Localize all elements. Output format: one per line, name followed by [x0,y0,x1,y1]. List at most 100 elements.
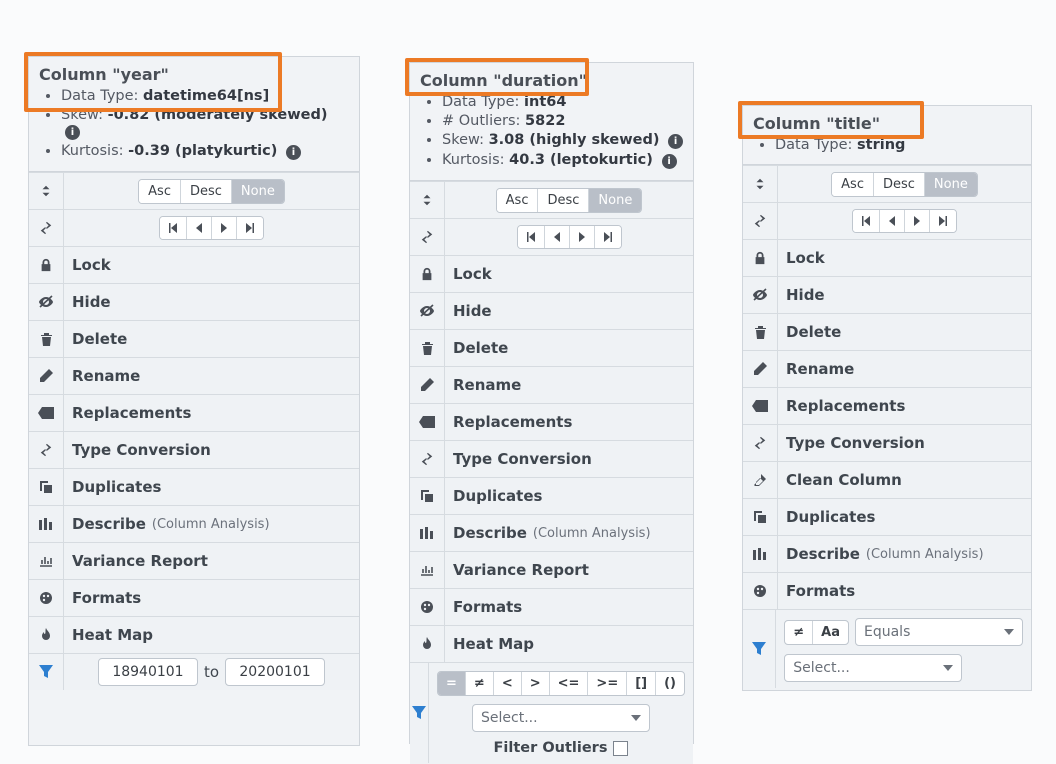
op-ge[interactable]: >= [587,672,626,695]
replacements-menuitem[interactable]: Replacements [410,403,693,440]
info-icon[interactable]: i [662,154,677,169]
sort-row: Asc Desc None [743,165,1031,202]
filter-value-select[interactable]: Select... [784,654,962,682]
lock-menuitem[interactable]: Lock [29,246,359,283]
comparator-select[interactable]: Equals [855,618,1023,646]
rename-menuitem[interactable]: Rename [410,366,693,403]
delete-menuitem[interactable]: Delete [410,329,693,366]
sort-desc-button[interactable]: Desc [180,180,231,203]
chart-icon [410,552,445,588]
last-button[interactable] [236,217,263,239]
info-icon[interactable]: i [286,145,301,160]
clean-column-menuitem[interactable]: Clean Column [743,461,1031,498]
prev-button[interactable] [544,226,569,248]
sort-asc-button[interactable]: Asc [497,189,538,212]
swap-icon [410,441,445,477]
last-button[interactable] [594,226,621,248]
lock-menuitem[interactable]: Lock [410,255,693,292]
describe-menuitem[interactable]: Describe (Column Analysis) [410,514,693,551]
prev-button[interactable] [186,217,211,239]
swap-icon [29,210,64,246]
type-conversion-menuitem[interactable]: Type Conversion [29,431,359,468]
swap-icon [743,425,778,461]
hide-menuitem[interactable]: Hide [29,283,359,320]
formats-menuitem[interactable]: Formats [743,572,1031,609]
sort-desc-button[interactable]: Desc [873,173,924,196]
panel-title: Column "title" [753,114,1023,133]
op-le[interactable]: <= [549,672,588,695]
filter-value-select[interactable]: Select... [472,704,650,732]
variance-menuitem[interactable]: Variance Report [410,551,693,588]
flame-icon [410,626,445,662]
duplicates-menuitem[interactable]: Duplicates [410,477,693,514]
rename-menuitem[interactable]: Rename [29,357,359,394]
sort-none-button[interactable]: None [231,180,284,203]
formats-menuitem[interactable]: Formats [410,588,693,625]
next-button[interactable] [569,226,594,248]
panel-header: Column "year" Data Type: datetime64[ns] … [29,57,359,172]
next-button[interactable] [904,210,929,232]
heatmap-menuitem[interactable]: Heat Map [29,616,359,653]
type-conversion-menuitem[interactable]: Type Conversion [410,440,693,477]
op-ne[interactable]: ≠ [465,672,493,695]
describe-menuitem[interactable]: Describe (Column Analysis) [743,535,1031,572]
sort-asc-button[interactable]: Asc [832,173,873,196]
swap-icon [743,203,778,239]
duplicates-menuitem[interactable]: Duplicates [29,468,359,505]
op-gt[interactable]: > [521,672,549,695]
replacements-menuitem[interactable]: Replacements [743,387,1031,424]
hide-menuitem[interactable]: Hide [410,292,693,329]
op-eq[interactable]: = [438,672,465,695]
hide-menuitem[interactable]: Hide [743,276,1031,313]
last-button[interactable] [929,210,956,232]
first-button[interactable] [160,217,186,239]
info-icon[interactable]: i [668,134,683,149]
rename-menuitem[interactable]: Rename [743,350,1031,387]
op-paren[interactable]: () [655,672,684,695]
panel-title: Column "duration" [420,71,685,90]
panel-title: Column "year" [39,65,351,84]
formats-menuitem[interactable]: Formats [29,579,359,616]
first-button[interactable] [518,226,544,248]
info-icon[interactable]: i [65,125,80,140]
prev-button[interactable] [879,210,904,232]
range-to-input[interactable] [225,658,325,686]
eraser-icon [743,462,778,498]
delete-menuitem[interactable]: Delete [743,313,1031,350]
range-from-input[interactable] [98,658,198,686]
panel-header: Column "title" Data Type: string [743,106,1031,165]
heatmap-menuitem[interactable]: Heat Map [410,625,693,662]
backspace-icon [29,395,64,431]
type-conversion-menuitem[interactable]: Type Conversion [743,424,1031,461]
filter-outliers-checkbox[interactable]: Filter Outliers [494,740,629,756]
sort-none-button[interactable]: None [924,173,977,196]
sort-none-button[interactable]: None [588,189,641,212]
op-case[interactable]: Aa [812,621,848,644]
trash-icon [29,321,64,357]
describe-menuitem[interactable]: Describe (Column Analysis) [29,505,359,542]
duplicates-menuitem[interactable]: Duplicates [743,498,1031,535]
filter-row: = ≠ < > <= >= [] () Select... Filter Out… [410,662,693,764]
op-lt[interactable]: < [493,672,521,695]
filter-row: to [29,653,359,690]
chevron-down-icon [1004,629,1014,635]
lock-menuitem[interactable]: Lock [743,239,1031,276]
op-in[interactable]: [] [626,672,655,695]
next-button[interactable] [211,217,236,239]
chart-icon [29,543,64,579]
delete-menuitem[interactable]: Delete [29,320,359,357]
palette-icon [410,589,445,625]
string-ops: ≠ Aa [784,620,849,645]
trash-icon [410,330,445,366]
variance-menuitem[interactable]: Variance Report [29,542,359,579]
first-button[interactable] [853,210,879,232]
bars-icon [410,515,445,551]
bars-icon [29,506,64,542]
sort-desc-button[interactable]: Desc [537,189,588,212]
sort-icon [410,182,445,218]
pencil-icon [29,358,64,394]
replacements-menuitem[interactable]: Replacements [29,394,359,431]
op-ne[interactable]: ≠ [785,621,812,644]
sort-asc-button[interactable]: Asc [139,180,180,203]
copy-icon [410,478,445,514]
